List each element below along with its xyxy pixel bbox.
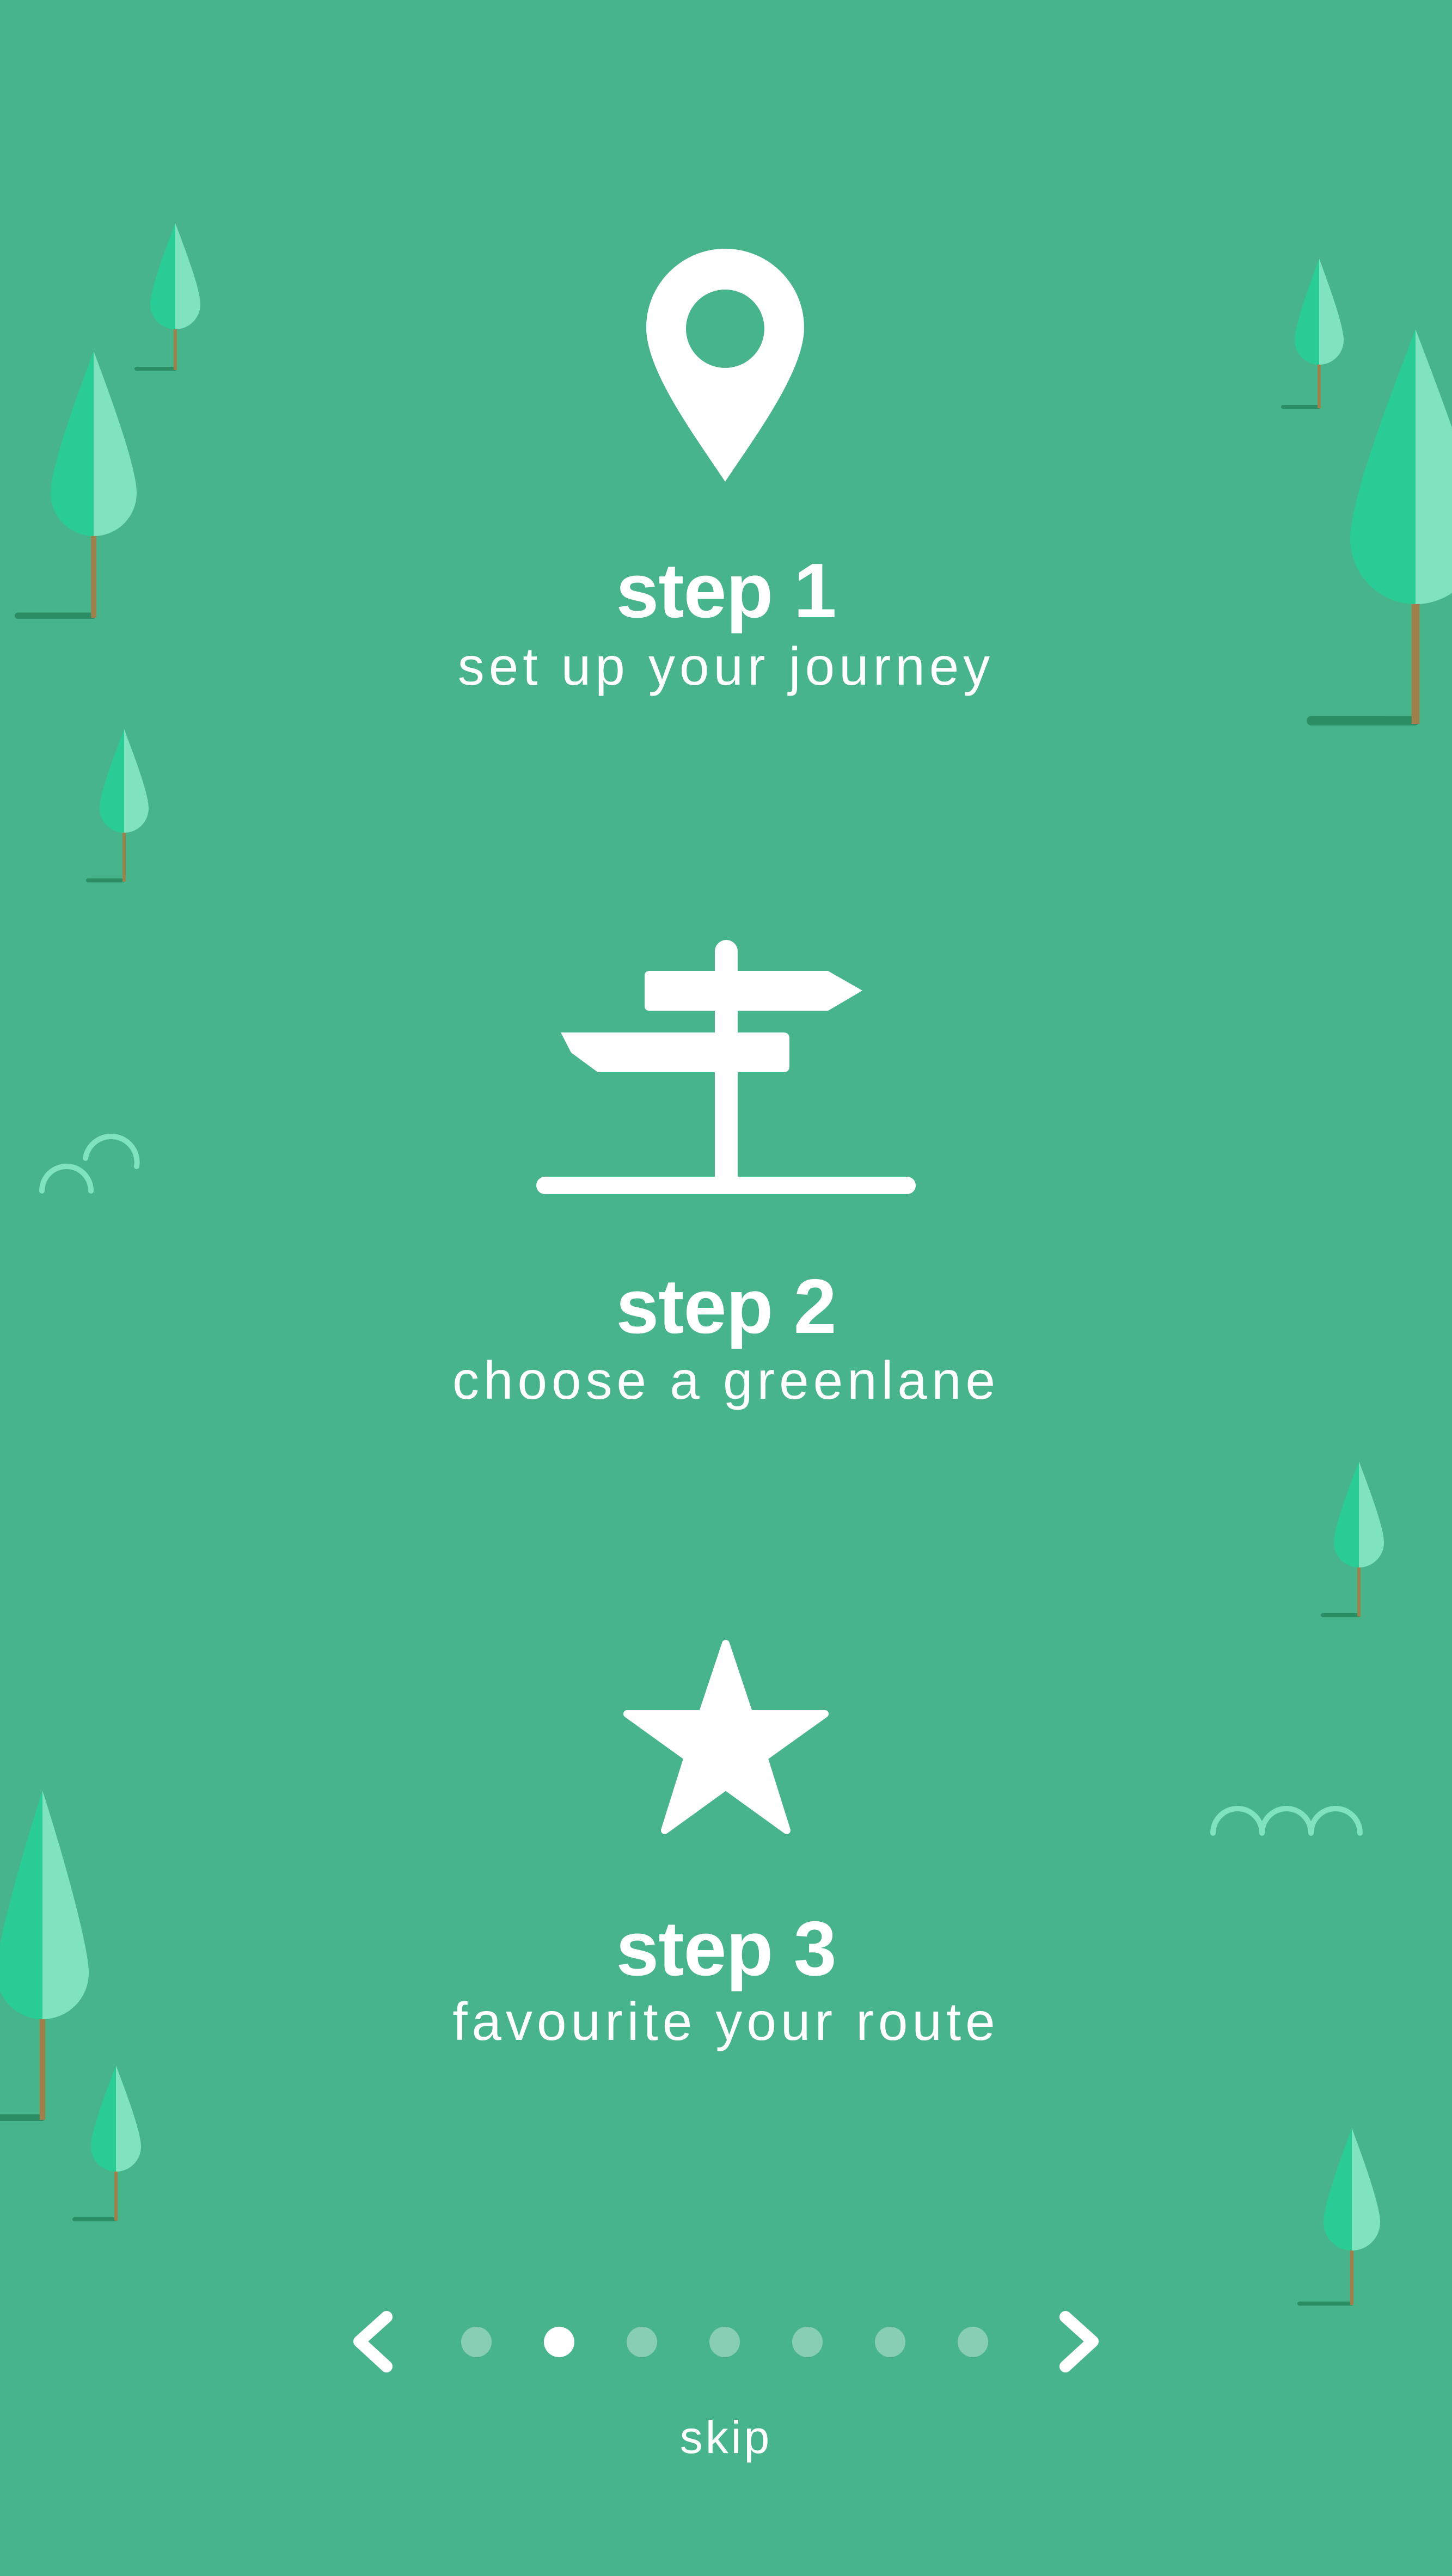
bush-icon — [1210, 1806, 1363, 1836]
tree-icon — [72, 2065, 141, 2222]
step-1-title: step 1 — [616, 548, 836, 634]
page-dot-3[interactable] — [627, 2327, 657, 2357]
page-dot-1[interactable] — [461, 2327, 492, 2357]
star-icon — [623, 1640, 829, 1834]
tree-icon — [134, 223, 200, 371]
step-2-subtitle: choose a greenlane — [452, 1350, 1000, 1410]
step-1-subtitle: set up your journey — [457, 636, 995, 696]
step-2-title: step 2 — [616, 1263, 836, 1350]
tree-icon — [1297, 2128, 1380, 2306]
tree-icon — [1281, 259, 1344, 409]
step-3-title: step 3 — [616, 1905, 836, 1992]
page-dot-7[interactable] — [958, 2327, 988, 2357]
tree-icon — [1321, 1461, 1384, 1618]
page-dot-4[interactable] — [709, 2327, 740, 2357]
page-dot-5[interactable] — [792, 2327, 823, 2357]
page-dot-2[interactable] — [544, 2327, 574, 2357]
chevron-left-icon[interactable] — [348, 2310, 397, 2373]
skip-button[interactable]: skip — [0, 2411, 1452, 2464]
chevron-right-icon[interactable] — [1055, 2310, 1104, 2373]
signpost-icon — [536, 940, 916, 1194]
bush-icon — [39, 1133, 140, 1194]
tree-icon — [86, 729, 149, 883]
page-dot-6[interactable] — [875, 2327, 905, 2357]
location-pin-icon — [646, 249, 804, 482]
step-3-subtitle: favourite your route — [452, 1991, 1000, 2051]
